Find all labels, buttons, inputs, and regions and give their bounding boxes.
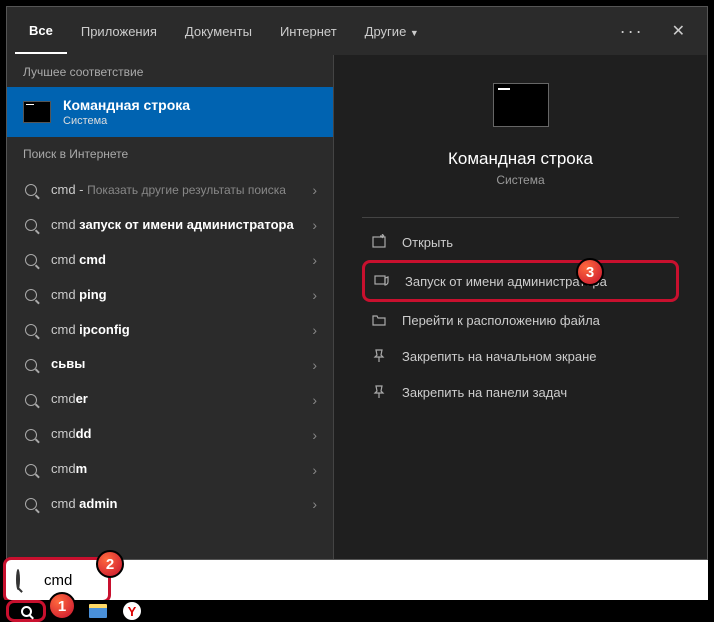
chevron-right-icon: › <box>312 182 317 198</box>
chevron-right-icon: › <box>312 217 317 233</box>
result-text: cmd запуск от имени администратора <box>51 217 312 234</box>
result-text: cmder <box>51 391 312 408</box>
explorer-icon <box>89 604 107 618</box>
search-icon <box>23 287 39 303</box>
folder-icon <box>370 311 388 329</box>
search-icon <box>16 571 34 589</box>
action-pin-taskbar-label: Закрепить на панели задач <box>402 385 567 400</box>
details-subtitle: Система <box>496 173 544 187</box>
result-text: cmd admin <box>51 496 312 513</box>
search-icon <box>23 427 39 443</box>
taskbar: Y <box>0 600 714 622</box>
cmd-icon <box>23 101 51 123</box>
annotation-step-1: 1 <box>48 592 76 620</box>
search-icon <box>23 392 39 408</box>
actions-list: Открыть Запуск от имени администратора П… <box>334 217 707 410</box>
chevron-right-icon: › <box>312 322 317 338</box>
taskbar-search-button[interactable] <box>6 600 46 622</box>
search-input[interactable] <box>44 572 698 589</box>
taskbar-yandex[interactable]: Y <box>116 600 148 622</box>
annotation-step-2: 2 <box>96 550 124 578</box>
internet-result-item[interactable]: cmd запуск от имени администратора› <box>7 208 333 243</box>
search-icon <box>23 252 39 268</box>
internet-result-item[interactable]: cmd cmd› <box>7 243 333 278</box>
tab-internet[interactable]: Интернет <box>266 10 351 53</box>
tab-documents[interactable]: Документы <box>171 10 266 53</box>
result-text: cmd cmd <box>51 252 312 269</box>
internet-result-item[interactable]: cmd admin› <box>7 487 333 522</box>
result-text: cmdm <box>51 461 312 478</box>
results-pane: Лучшее соответствие Командная строка Сис… <box>7 55 333 559</box>
search-icon <box>23 322 39 338</box>
best-match-header: Лучшее соответствие <box>7 55 333 87</box>
action-location-label: Перейти к расположению файла <box>402 313 600 328</box>
action-pin-taskbar[interactable]: Закрепить на панели задач <box>362 374 679 410</box>
internet-results: cmd - Показать другие результаты поиска›… <box>7 169 333 522</box>
result-text: cmd ipconfig <box>51 322 312 339</box>
result-text: cmd - Показать другие результаты поиска <box>51 182 312 199</box>
action-pin-start[interactable]: Закрепить на начальном экране <box>362 338 679 374</box>
internet-result-item[interactable]: cmdm› <box>7 452 333 487</box>
search-icon <box>21 606 32 617</box>
internet-header: Поиск в Интернете <box>7 137 333 169</box>
result-text: cmd ping <box>51 287 312 304</box>
internet-result-item[interactable]: сьвы› <box>7 347 333 382</box>
best-match-text: Командная строка Система <box>63 97 190 127</box>
internet-result-item[interactable]: cmder› <box>7 382 333 417</box>
more-button[interactable]: ··· <box>606 21 658 42</box>
result-text: cmddd <box>51 426 312 443</box>
search-panel: Все Приложения Документы Интернет Другие… <box>6 6 708 560</box>
tabs-bar: Все Приложения Документы Интернет Другие… <box>7 7 707 55</box>
internet-result-item[interactable]: cmd - Показать другие результаты поиска› <box>7 173 333 208</box>
pin-start-icon <box>370 347 388 365</box>
admin-shield-icon <box>373 272 391 290</box>
action-pin-start-label: Закрепить на начальном экране <box>402 349 597 364</box>
yandex-icon: Y <box>123 602 141 620</box>
taskbar-explorer[interactable] <box>82 600 114 622</box>
best-match-title: Командная строка <box>63 97 190 113</box>
result-text: сьвы <box>51 356 312 373</box>
tab-other[interactable]: Другие ▼ <box>351 10 433 53</box>
internet-result-item[interactable]: cmd ipconfig› <box>7 313 333 348</box>
tab-all[interactable]: Все <box>15 9 67 54</box>
chevron-right-icon: › <box>312 427 317 443</box>
search-icon <box>23 357 39 373</box>
chevron-right-icon: › <box>312 496 317 512</box>
chevron-right-icon: › <box>312 357 317 373</box>
action-run-as-admin[interactable]: Запуск от имени администратора <box>362 260 679 302</box>
chevron-right-icon: › <box>312 252 317 268</box>
best-match-subtitle: Система <box>63 115 190 127</box>
search-icon <box>23 496 39 512</box>
open-icon <box>370 233 388 251</box>
action-open-label: Открыть <box>402 235 453 250</box>
action-open[interactable]: Открыть <box>362 224 679 260</box>
tab-apps[interactable]: Приложения <box>67 10 171 53</box>
annotation-step-3: 3 <box>576 258 604 286</box>
search-icon <box>23 462 39 478</box>
action-open-location[interactable]: Перейти к расположению файла <box>362 302 679 338</box>
best-match-item[interactable]: Командная строка Система <box>7 87 333 137</box>
internet-result-item[interactable]: cmddd› <box>7 417 333 452</box>
close-button[interactable]: ✕ <box>658 21 699 41</box>
search-icon <box>23 182 39 198</box>
details-title: Командная строка <box>448 149 593 169</box>
divider <box>362 217 679 218</box>
details-pane: Командная строка Система Открыть Запуск … <box>333 55 707 559</box>
search-icon <box>23 217 39 233</box>
internet-result-item[interactable]: cmd ping› <box>7 278 333 313</box>
chevron-right-icon: › <box>312 462 317 478</box>
pin-taskbar-icon <box>370 383 388 401</box>
content-area: Лучшее соответствие Командная строка Сис… <box>7 55 707 559</box>
chevron-right-icon: › <box>312 392 317 408</box>
chevron-right-icon: › <box>312 287 317 303</box>
app-large-icon <box>493 83 549 127</box>
